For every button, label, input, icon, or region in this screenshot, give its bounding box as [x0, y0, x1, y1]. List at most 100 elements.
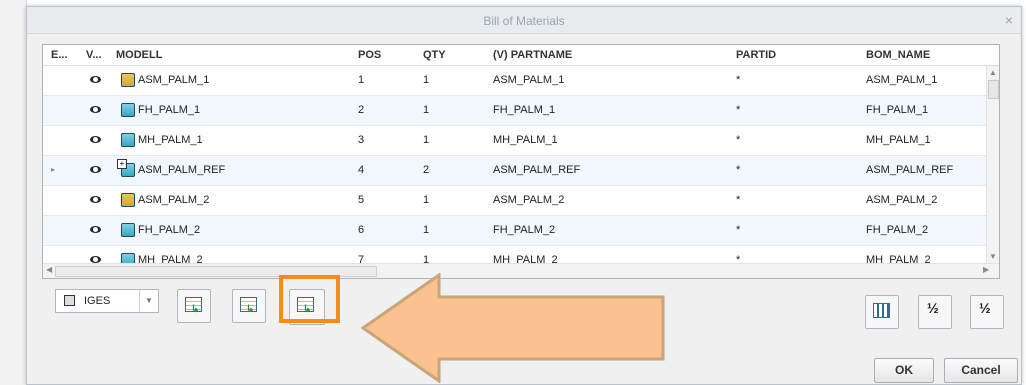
- export-format-select[interactable]: IGES ▼: [55, 289, 159, 313]
- format-icon: [64, 295, 75, 306]
- table-row[interactable]: ASM_PALM_2 5 1 ASM_PALM_2 * ASM_PALM_2: [43, 186, 987, 216]
- model-cell: MH_PALM_2: [138, 254, 203, 263]
- qty-cell: 1: [423, 224, 430, 236]
- model-cell: ASM_PALM_1: [138, 74, 210, 86]
- expand-arrow-icon[interactable]: ▸: [51, 165, 55, 174]
- part-icon: [121, 133, 135, 147]
- part-icon: [121, 253, 135, 263]
- scroll-left-icon[interactable]: ◀: [46, 265, 52, 274]
- table-row[interactable]: ▸ + ASM_PALM_REF 4 2 ASM_PALM_REF * ASM_…: [43, 156, 987, 186]
- part-icon: [121, 223, 135, 237]
- table-row[interactable]: MH_PALM_1 3 1 MH_PALM_1 * MH_PALM_1: [43, 126, 987, 156]
- close-icon[interactable]: ×: [1005, 12, 1013, 28]
- qty-cell: 1: [423, 134, 430, 146]
- model-cell: ASM_PALM_2: [138, 194, 210, 206]
- pos-cell: 2: [358, 104, 365, 116]
- assembly-icon: [121, 193, 135, 207]
- qty-cell: 1: [423, 74, 430, 86]
- partid-cell: *: [736, 104, 741, 116]
- ok-button[interactable]: OK: [874, 358, 934, 383]
- title-bar: Bill of Materials ×: [27, 7, 1021, 34]
- scroll-up-icon[interactable]: ▲: [989, 68, 997, 77]
- partname-cell: ASM_PALM_2: [493, 194, 565, 206]
- assembly-icon: [121, 73, 135, 87]
- fraction-edit-button[interactable]: ½: [918, 295, 952, 329]
- column-header-pos[interactable]: POS: [358, 49, 381, 61]
- bom-name-cell: MH_PALM_1: [866, 134, 931, 146]
- table-row[interactable]: FH_PALM_1 2 1 FH_PALM_1 * FH_PALM_1: [43, 96, 987, 126]
- table-settings-icon: [873, 303, 890, 318]
- bom-name-cell: FH_PALM_2: [866, 224, 929, 236]
- dialog-title: Bill of Materials: [483, 14, 565, 28]
- pos-cell: 1: [358, 74, 365, 86]
- vertical-scrollbar[interactable]: ▲ ▼: [986, 66, 999, 263]
- format-select-value: IGES: [84, 295, 111, 307]
- table-header: E... V... MODELL POS QTY (V) PARTNAME PA…: [43, 45, 999, 66]
- table-row[interactable]: ASM_PALM_1 1 1 ASM_PALM_1 * ASM_PALM_1: [43, 66, 987, 96]
- bom-name-cell: FH_PALM_1: [866, 104, 929, 116]
- column-header-partname[interactable]: (V) PARTNAME: [493, 49, 572, 61]
- visibility-eye-icon[interactable]: [90, 226, 101, 233]
- visibility-eye-icon[interactable]: [90, 196, 101, 203]
- pos-cell: 5: [358, 194, 365, 206]
- table-body: ASM_PALM_1 1 1 ASM_PALM_1 * ASM_PALM_1 F…: [43, 66, 987, 263]
- partname-cell: MH_PALM_1: [493, 134, 558, 146]
- export-table-dots-button[interactable]: ↳: [177, 289, 211, 323]
- fraction-save-button[interactable]: ½: [970, 295, 1004, 329]
- partid-cell: *: [736, 74, 741, 86]
- bom-name-cell: ASM_PALM_1: [866, 74, 938, 86]
- partname-cell: FH_PALM_2: [493, 224, 556, 236]
- visibility-eye-icon[interactable]: [90, 136, 101, 143]
- bom-name-cell: ASM_PALM_2: [866, 194, 938, 206]
- column-header-visibility[interactable]: V...: [86, 49, 102, 61]
- qty-cell: 1: [423, 194, 430, 206]
- partname-cell: FH_PALM_1: [493, 104, 556, 116]
- partname-cell: MH_PALM_2: [493, 254, 558, 263]
- fraction-edit-icon: ½: [927, 300, 939, 316]
- model-cell: MH_PALM_1: [138, 134, 203, 146]
- partid-cell: *: [736, 134, 741, 146]
- fraction-save-icon: ½: [979, 300, 991, 316]
- model-cell: ASM_PALM_REF: [138, 164, 226, 176]
- pos-cell: 6: [358, 224, 365, 236]
- pos-cell: 4: [358, 164, 365, 176]
- table-settings-button[interactable]: [865, 295, 899, 329]
- chevron-down-icon[interactable]: ▼: [139, 290, 158, 312]
- scroll-down-icon[interactable]: ▼: [989, 252, 997, 261]
- model-cell: FH_PALM_2: [138, 224, 201, 236]
- vertical-scroll-thumb[interactable]: [988, 80, 999, 99]
- export-table-copy-button[interactable]: ↳: [232, 289, 266, 323]
- partid-cell: *: [736, 164, 741, 176]
- export-table-dots-icon: ↳: [185, 297, 202, 315]
- qty-cell: 1: [423, 104, 430, 116]
- visibility-eye-icon[interactable]: [90, 166, 101, 173]
- cancel-button[interactable]: Cancel: [944, 358, 1018, 383]
- bom-name-cell: ASM_PALM_REF: [866, 164, 954, 176]
- visibility-eye-icon[interactable]: [90, 106, 101, 113]
- partname-cell: ASM_PALM_1: [493, 74, 565, 86]
- visibility-eye-icon[interactable]: [90, 256, 101, 263]
- part-icon: [121, 103, 135, 117]
- visibility-eye-icon[interactable]: [90, 76, 101, 83]
- column-header-model[interactable]: MODELL: [116, 49, 162, 61]
- table-row[interactable]: MH_PALM_2 7 1 MH_PALM_2 * MH_PALM_2: [43, 246, 987, 263]
- qty-cell: 2: [423, 164, 430, 176]
- column-header-partid[interactable]: PARTID: [736, 49, 776, 61]
- qty-cell: 1: [423, 254, 430, 263]
- assembly-expandable-icon: +: [117, 159, 135, 177]
- bom-table: E... V... MODELL POS QTY (V) PARTNAME PA…: [42, 44, 1000, 279]
- pos-cell: 3: [358, 134, 365, 146]
- bom-name-cell: MH_PALM_2: [866, 254, 931, 263]
- partid-cell: *: [736, 254, 741, 263]
- annotation-arrow-icon: [361, 273, 665, 383]
- partid-cell: *: [736, 194, 741, 206]
- column-header-expand[interactable]: E...: [51, 49, 68, 61]
- highlight-box: [279, 275, 340, 323]
- column-header-bom-name[interactable]: BOM_NAME: [866, 49, 930, 61]
- pos-cell: 7: [358, 254, 365, 263]
- model-cell: FH_PALM_1: [138, 104, 201, 116]
- scroll-right-icon[interactable]: ▶: [983, 265, 989, 274]
- table-row[interactable]: FH_PALM_2 6 1 FH_PALM_2 * FH_PALM_2: [43, 216, 987, 246]
- column-header-qty[interactable]: QTY: [423, 49, 446, 61]
- background-window: [0, 0, 27, 385]
